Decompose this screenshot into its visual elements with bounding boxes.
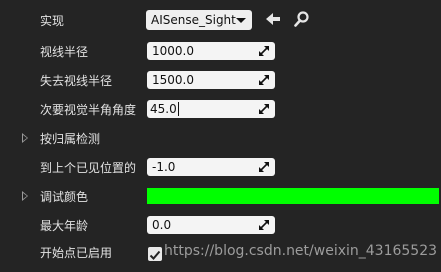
debug-color-label: 调试颜色	[40, 190, 89, 204]
starts-enabled-checkbox[interactable]	[148, 247, 162, 261]
last-seen-range-input[interactable]: -1.0	[147, 158, 275, 176]
reset-arrow-icon[interactable]	[259, 75, 269, 85]
max-age-input[interactable]: 0.0	[147, 216, 275, 234]
detection-by-affiliation-row[interactable]: 按归属检测	[0, 127, 441, 153]
debug-color-row: 调试颜色	[0, 185, 441, 211]
chevron-down-icon	[236, 18, 246, 23]
sight-radius-value: 1000.0	[152, 44, 194, 58]
peripheral-vision-value: 45.0	[150, 102, 177, 116]
sight-radius-input[interactable]: 1000.0	[147, 42, 275, 60]
implementation-value: AISense_Sight	[151, 13, 236, 27]
max-age-row: 最大年龄 0.0	[0, 214, 441, 240]
last-seen-range-value: -1.0	[152, 160, 176, 174]
peripheral-vision-row: 次要视觉半角角度 45.0	[0, 98, 441, 124]
reset-arrow-icon[interactable]	[259, 46, 269, 56]
lose-sight-radius-value: 1500.0	[152, 73, 194, 87]
implementation-label: 实现	[40, 14, 65, 28]
watermark-text: https://blog.csdn.net/weixin_43165523	[164, 243, 438, 259]
text-cursor	[178, 102, 179, 116]
peripheral-vision-input[interactable]: 45.0	[147, 100, 275, 118]
last-seen-range-row: 到上个已见位置的 -1.0	[0, 156, 441, 182]
reset-arrow-icon[interactable]	[259, 220, 269, 230]
implementation-dropdown[interactable]: AISense_Sight	[146, 10, 252, 30]
starts-enabled-label: 开始点已启用	[40, 246, 113, 260]
ai-sense-details-panel: 实现 AISense_Sight 视线半径 1000.0 失去视线半径 1500…	[0, 0, 441, 272]
sight-radius-label: 视线半径	[40, 45, 89, 59]
lose-sight-radius-row: 失去视线半径 1500.0	[0, 69, 441, 95]
reset-arrow-icon[interactable]	[259, 104, 269, 114]
expand-arrow-icon[interactable]	[22, 133, 28, 143]
arrow-left-icon[interactable]	[264, 10, 282, 28]
reset-arrow-icon[interactable]	[259, 162, 269, 172]
last-seen-range-label: 到上个已见位置的	[40, 161, 137, 175]
max-age-label: 最大年龄	[40, 219, 89, 233]
lose-sight-radius-label: 失去视线半径	[40, 74, 113, 88]
lose-sight-radius-input[interactable]: 1500.0	[147, 71, 275, 89]
peripheral-vision-label: 次要视觉半角角度	[40, 103, 137, 117]
detection-by-affiliation-label: 按归属检测	[40, 132, 101, 146]
search-icon[interactable]	[293, 10, 311, 28]
expand-arrow-icon[interactable]	[22, 191, 28, 201]
check-icon	[149, 250, 161, 260]
sight-radius-row: 视线半径 1000.0	[0, 40, 441, 66]
debug-color-swatch[interactable]	[147, 188, 439, 204]
max-age-value: 0.0	[152, 218, 172, 232]
